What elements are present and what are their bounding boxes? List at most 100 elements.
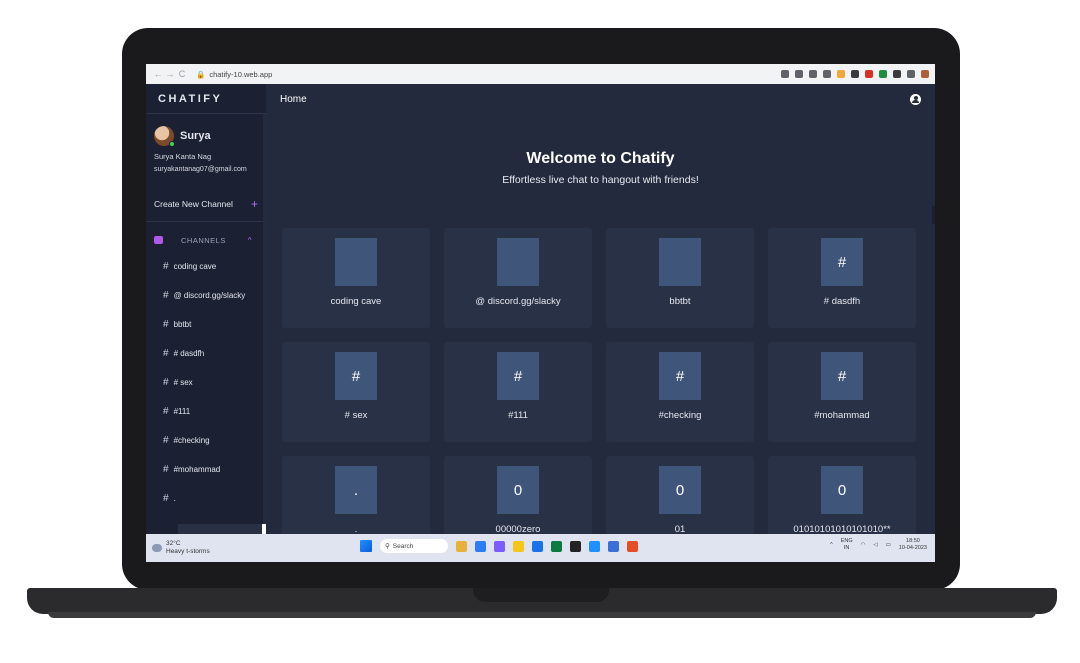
- taskbar-app-icon[interactable]: [551, 540, 562, 552]
- browser-extension-icon[interactable]: [907, 70, 915, 78]
- channel-card-label: @ discord.gg/slacky: [475, 296, 561, 307]
- battery-icon[interactable]: ▭: [886, 542, 891, 548]
- language-indicator[interactable]: ENG IN: [841, 538, 853, 552]
- channel-label: .: [173, 494, 176, 503]
- sidebar-channel-item[interactable]: # # dasdfh: [146, 339, 266, 368]
- back-icon[interactable]: ←: [152, 69, 164, 79]
- channels-header: CHANNELS: [181, 235, 226, 245]
- sidebar-channel-item[interactable]: # @ discord.gg/slacky: [146, 281, 266, 310]
- channel-card-tile: [659, 238, 701, 286]
- browser-extension-icon[interactable]: [921, 70, 929, 78]
- weather-widget[interactable]: 32°C Heavy t-storms: [152, 540, 210, 556]
- forward-icon[interactable]: →: [164, 69, 176, 79]
- reload-icon[interactable]: C: [176, 69, 188, 79]
- browser-extension-icon[interactable]: [851, 70, 859, 78]
- taskbar-app-icon[interactable]: [608, 540, 619, 552]
- channel-card[interactable]: # # dasdfh: [768, 228, 916, 328]
- clock[interactable]: 18:50 10-04-2023: [899, 538, 927, 552]
- browser-extension-icon[interactable]: [879, 70, 887, 78]
- channel-card[interactable]: # #111: [444, 342, 592, 442]
- sidebar: CHATIFY Surya Surya Kanta Nag suryakanta…: [146, 84, 266, 534]
- url-text: chatify-10.web.app: [209, 69, 273, 79]
- taskbar-app-icon[interactable]: [570, 540, 581, 552]
- address-bar[interactable]: 🔒 chatify-10.web.app: [196, 70, 272, 79]
- system-tray: ^ ENG IN ◠ ◁ ▭ 18:50 10-04-2023: [830, 538, 927, 552]
- channel-card[interactable]: bbtbt: [606, 228, 754, 328]
- channel-label: # sex: [173, 378, 193, 387]
- browser-extension-icon[interactable]: [893, 70, 901, 78]
- browser-extension-icon[interactable]: [809, 70, 817, 78]
- channel-label: coding cave: [173, 262, 217, 271]
- channel-card-label: #mohammad: [814, 410, 870, 421]
- hash-icon: #: [163, 261, 169, 272]
- lock-icon: 🔒: [196, 69, 206, 79]
- channel-label: #mohammad: [173, 465, 221, 474]
- browser-extension-icon[interactable]: [865, 70, 873, 78]
- account-icon[interactable]: [910, 93, 921, 105]
- hash-icon: #: [163, 319, 169, 330]
- channel-list: # coding cave # @ discord.gg/slacky # bbtbt # #…: [146, 252, 266, 513]
- channel-card-label: # dasdfh: [823, 296, 861, 307]
- sidebar-horizontal-scrollbar[interactable]: [178, 524, 266, 534]
- sidebar-channel-item[interactable]: # #checking: [146, 426, 266, 455]
- sidebar-divider: [146, 221, 266, 222]
- search-icon: ⚲: [385, 543, 390, 550]
- cloud-icon: [152, 544, 162, 552]
- browser-extension-icon[interactable]: [837, 70, 845, 78]
- chat-bubble-icon: [154, 236, 163, 244]
- avatar[interactable]: [154, 126, 175, 147]
- browser-extension-icon[interactable]: [781, 70, 789, 78]
- taskbar-search[interactable]: ⚲ Search: [380, 539, 448, 553]
- sidebar-channel-item[interactable]: #.: [146, 484, 266, 513]
- channel-card[interactable]: @ discord.gg/slacky: [444, 228, 592, 328]
- chevron-up-icon[interactable]: ^: [830, 542, 833, 548]
- browser-extension-icon[interactable]: [795, 70, 803, 78]
- sidebar-channel-item[interactable]: # coding cave: [146, 252, 266, 281]
- channel-card[interactable]: # # sex: [282, 342, 430, 442]
- channel-label: bbtbt: [173, 320, 192, 329]
- channel-card[interactable]: # #mohammad: [768, 342, 916, 442]
- sidebar-channel-item[interactable]: # # sex: [146, 368, 266, 397]
- app-brand: CHATIFY: [146, 84, 266, 114]
- taskbar-app-icon[interactable]: [513, 540, 524, 552]
- windows-start-icon[interactable]: [360, 540, 372, 552]
- create-channel-label: Create New Channel: [154, 199, 233, 209]
- chevron-up-icon: ^: [247, 235, 252, 245]
- welcome-banner: Welcome to Chatify Effortless live chat …: [266, 150, 935, 186]
- browser-extension-icon[interactable]: [823, 70, 831, 78]
- taskbar-app-icon[interactable]: [589, 540, 600, 552]
- main-content: Home Welcome to Chatify Effortless live …: [266, 84, 935, 556]
- create-channel-button[interactable]: Create New Channel +: [146, 195, 266, 213]
- channel-label: #111: [173, 407, 191, 416]
- main-scrollbar[interactable]: [932, 206, 935, 224]
- volume-icon[interactable]: ◁: [873, 542, 877, 548]
- plus-icon: +: [250, 197, 258, 211]
- hash-icon: #: [163, 377, 169, 388]
- channel-card-label: bbtbt: [669, 296, 691, 307]
- profile-email: suryakantanag07@gmail.com: [154, 166, 247, 173]
- taskbar-app-icon[interactable]: [494, 540, 505, 552]
- channel-card-label: # sex: [344, 410, 368, 421]
- channel-card-tile: [335, 238, 377, 286]
- welcome-title: Welcome to Chatify: [526, 150, 675, 167]
- channel-label: @ discord.gg/slacky: [173, 291, 246, 300]
- channel-card[interactable]: # #checking: [606, 342, 754, 442]
- sidebar-channel-item[interactable]: # #mohammad: [146, 455, 266, 484]
- weather-temp: 32°C: [166, 540, 181, 548]
- hash-icon: #: [163, 464, 169, 475]
- taskbar-app-icon[interactable]: [456, 540, 467, 552]
- wifi-icon[interactable]: ◠: [861, 542, 866, 548]
- profile-name: Surya: [180, 130, 211, 142]
- taskbar-app-icon[interactable]: [475, 540, 486, 552]
- taskbar-apps: ⚲ Search: [360, 539, 638, 553]
- sidebar-channel-item[interactable]: # #111: [146, 397, 266, 426]
- channels-section-toggle[interactable]: CHANNELS ^: [146, 232, 266, 248]
- channel-card[interactable]: coding cave: [282, 228, 430, 328]
- channel-label: #checking: [173, 436, 210, 445]
- taskbar-app-icon[interactable]: [627, 540, 638, 552]
- region-code: IN: [843, 545, 850, 552]
- sidebar-channel-item[interactable]: # bbtbt: [146, 310, 266, 339]
- hash-icon: #: [163, 406, 169, 417]
- taskbar-app-icon[interactable]: [532, 540, 543, 552]
- hash-icon: #: [163, 493, 169, 504]
